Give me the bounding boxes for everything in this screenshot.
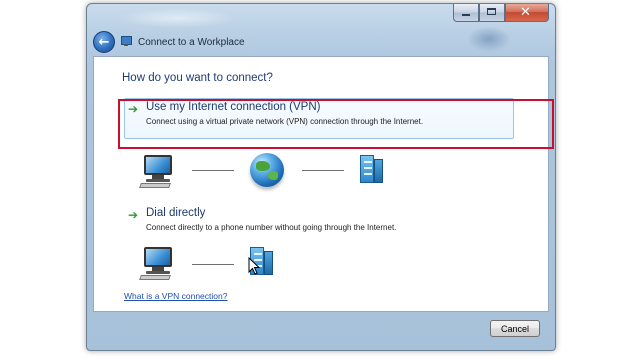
page-heading: How do you want to connect? — [122, 72, 273, 84]
back-button[interactable]: ← — [93, 31, 115, 53]
computer-icon — [139, 247, 176, 281]
connection-line — [192, 170, 234, 171]
minimize-icon — [462, 14, 470, 16]
internet-globe-icon — [250, 153, 284, 187]
close-icon: ✕ — [520, 5, 531, 20]
option-dial[interactable]: ➔ Dial directly Connect directly to a ph… — [122, 207, 512, 239]
dialog-window: ✕ ← Connect to a Workplace How do you wa… — [86, 3, 556, 351]
green-arrow-icon: ➔ — [128, 208, 139, 222]
vpn-help-link[interactable]: What is a VPN connection? — [124, 291, 227, 301]
back-arrow-icon: ← — [98, 34, 110, 50]
cancel-button[interactable]: Cancel — [490, 320, 540, 337]
connection-line — [302, 170, 344, 171]
mouse-cursor-icon — [248, 257, 260, 275]
title-bar: ← Connect to a Workplace — [93, 29, 245, 55]
window-title: Connect to a Workplace — [138, 36, 245, 48]
content-pane: How do you want to connect? ➔ Use my Int… — [93, 56, 549, 312]
computer-icon — [139, 155, 176, 189]
minimize-button[interactable] — [453, 4, 479, 22]
connection-line — [192, 264, 234, 265]
option-dial-title: Dial directly — [146, 207, 206, 219]
option-dial-description: Connect directly to a phone number witho… — [146, 223, 397, 232]
maximize-icon — [487, 8, 496, 15]
selected-option-highlight — [118, 99, 554, 149]
glass-reflection — [467, 26, 511, 52]
close-button[interactable]: ✕ — [505, 4, 549, 22]
network-icon — [121, 36, 133, 48]
glass-reflection — [117, 8, 237, 28]
workplace-building-icon — [360, 153, 384, 183]
maximize-button[interactable] — [479, 4, 505, 22]
caption-buttons: ✕ — [453, 4, 549, 22]
